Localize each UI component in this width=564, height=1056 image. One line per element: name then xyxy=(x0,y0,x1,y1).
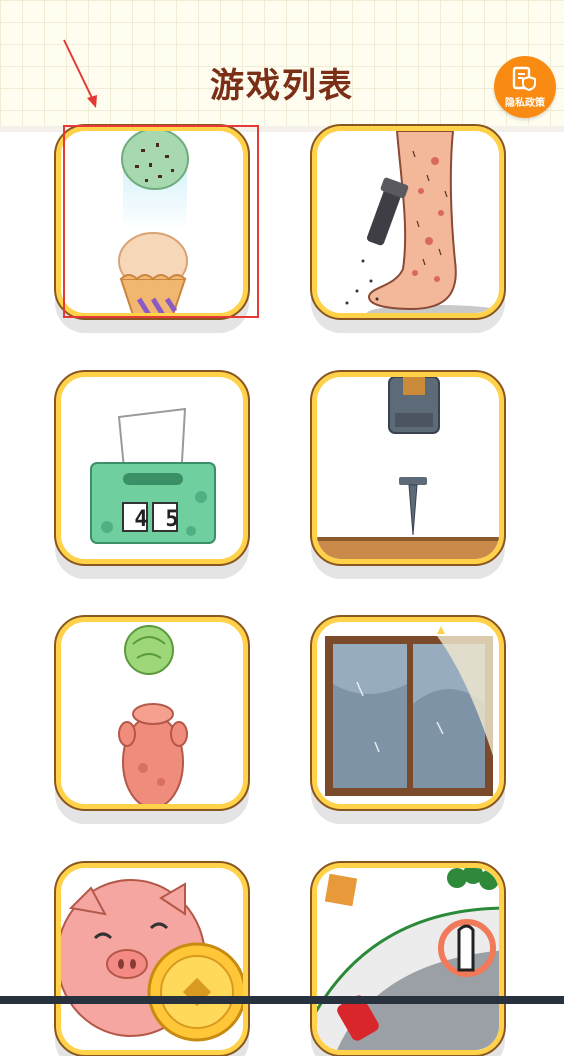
privacy-policy-label: 隐私政策 xyxy=(505,97,545,109)
race-track-illustration xyxy=(317,868,499,1050)
game-card-pig-cabbage[interactable] xyxy=(54,615,250,811)
nail-hammer-illustration xyxy=(317,377,499,559)
tissue-counter-digit: 5 xyxy=(165,507,179,532)
document-shield-icon xyxy=(512,66,536,91)
annotation-arrow-icon xyxy=(63,39,97,108)
pig-coin-illustration xyxy=(61,879,243,1042)
game-card-window-clean[interactable] xyxy=(310,615,506,811)
game-card-race-track[interactable] xyxy=(310,861,506,1056)
leg-shave-illustration xyxy=(345,131,499,313)
window-clean-illustration xyxy=(325,626,493,796)
privacy-policy-button[interactable]: 隐私政策 xyxy=(494,56,556,118)
game-card-nail-hammer[interactable] xyxy=(310,370,506,566)
game-card-leg-shave[interactable] xyxy=(310,124,506,320)
game-card-pig-coin[interactable] xyxy=(54,861,250,1056)
bottom-bar xyxy=(0,996,564,1004)
annotation-highlight-box xyxy=(63,125,259,318)
tissue-counter-digit: 4 xyxy=(134,507,148,532)
pig-cabbage-illustration xyxy=(118,625,188,804)
game-card-tissue-box[interactable]: 4 5 xyxy=(54,370,250,566)
